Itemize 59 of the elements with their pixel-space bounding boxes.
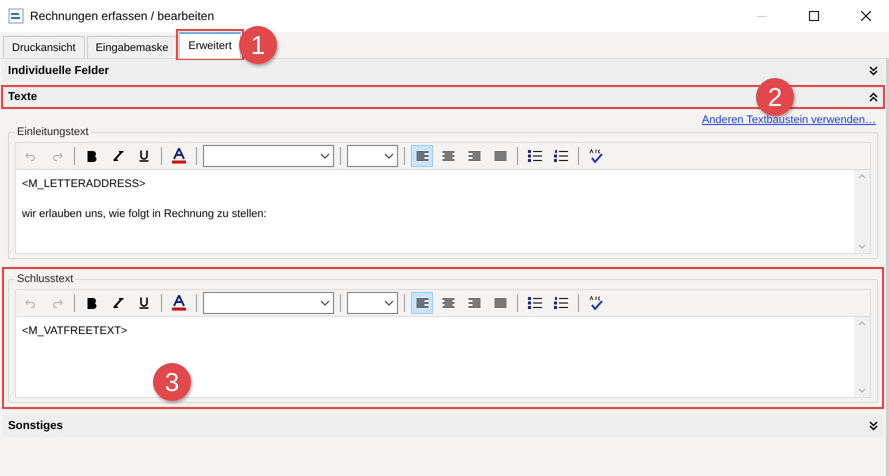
section-title: Sonstiges (8, 420, 63, 432)
underline-icon (139, 297, 149, 309)
expand-icon[interactable] (869, 421, 878, 431)
tab[interactable]: Erweitert (179, 32, 241, 58)
text-module-link[interactable]: Anderen Textbaustein verwenden… (702, 114, 876, 126)
align-justify-icon (494, 298, 506, 308)
undo-icon (25, 298, 37, 308)
size-dropdown[interactable] (347, 292, 398, 314)
caret-icon (320, 153, 330, 159)
italic-icon (112, 151, 124, 161)
font-dropdown[interactable] (203, 292, 334, 314)
caret-icon (384, 153, 394, 159)
spellcheck-icon (589, 149, 603, 163)
font-dropdown[interactable] (203, 145, 334, 167)
tab[interactable]: Druckansicht (3, 36, 85, 58)
spellcheck-icon (589, 296, 603, 310)
redo-icon (51, 298, 63, 308)
caret-icon (384, 300, 394, 306)
align-center-icon (442, 150, 454, 162)
window-title: Rechnungen erfassen / bearbeiten (30, 9, 216, 23)
close-icon (861, 11, 871, 21)
font-color-icon (171, 295, 187, 311)
undo-icon (25, 152, 37, 160)
editor-text: <M_VATFREETEXT> (22, 324, 128, 339)
align-left-icon (416, 150, 428, 162)
editor-text: <M_LETTERADDRESS> (22, 177, 146, 192)
align-right-icon (468, 150, 480, 162)
caret-icon (320, 300, 330, 306)
font-color-icon (171, 148, 187, 164)
editor-text: wir erlauben uns, wie folgt in Rechnung zu stellen: (22, 207, 267, 222)
bold-icon (87, 150, 97, 162)
bold-icon (87, 298, 97, 308)
italic-icon (112, 298, 124, 308)
redo-icon (51, 152, 63, 160)
group-label: Einleitungstext (16, 126, 90, 138)
tab[interactable]: Eingabemaske (86, 36, 178, 58)
size-dropdown[interactable] (347, 145, 398, 167)
expand-icon[interactable] (869, 66, 878, 76)
app-icon (8, 8, 24, 24)
align-justify-icon (494, 150, 506, 162)
align-center-icon (442, 298, 454, 308)
bullet-list-icon (528, 297, 542, 309)
section-header[interactable]: Individuelle Felder (2, 60, 884, 82)
section-header[interactable]: Sonstiges (2, 415, 884, 437)
maximize-icon (809, 11, 819, 21)
text-editor[interactable]: <M_LETTERADDRESS> wir erlauben uns, wie folgt in Rechnung zu stellen: (15, 169, 871, 254)
align-button[interactable] (411, 145, 433, 167)
collapse-icon[interactable] (869, 92, 878, 102)
callout-badge: 2 (756, 78, 794, 116)
align-left-icon (416, 298, 428, 308)
align-button[interactable] (411, 292, 433, 314)
section-title: Individuelle Felder (8, 65, 109, 77)
section-title: Texte (8, 91, 38, 103)
group-label: Schlusstext (16, 273, 74, 285)
numbered-list-icon (554, 297, 568, 309)
underline-icon (139, 150, 149, 162)
numbered-list-icon (554, 150, 568, 162)
align-right-icon (468, 298, 480, 308)
bullet-list-icon (528, 150, 542, 162)
